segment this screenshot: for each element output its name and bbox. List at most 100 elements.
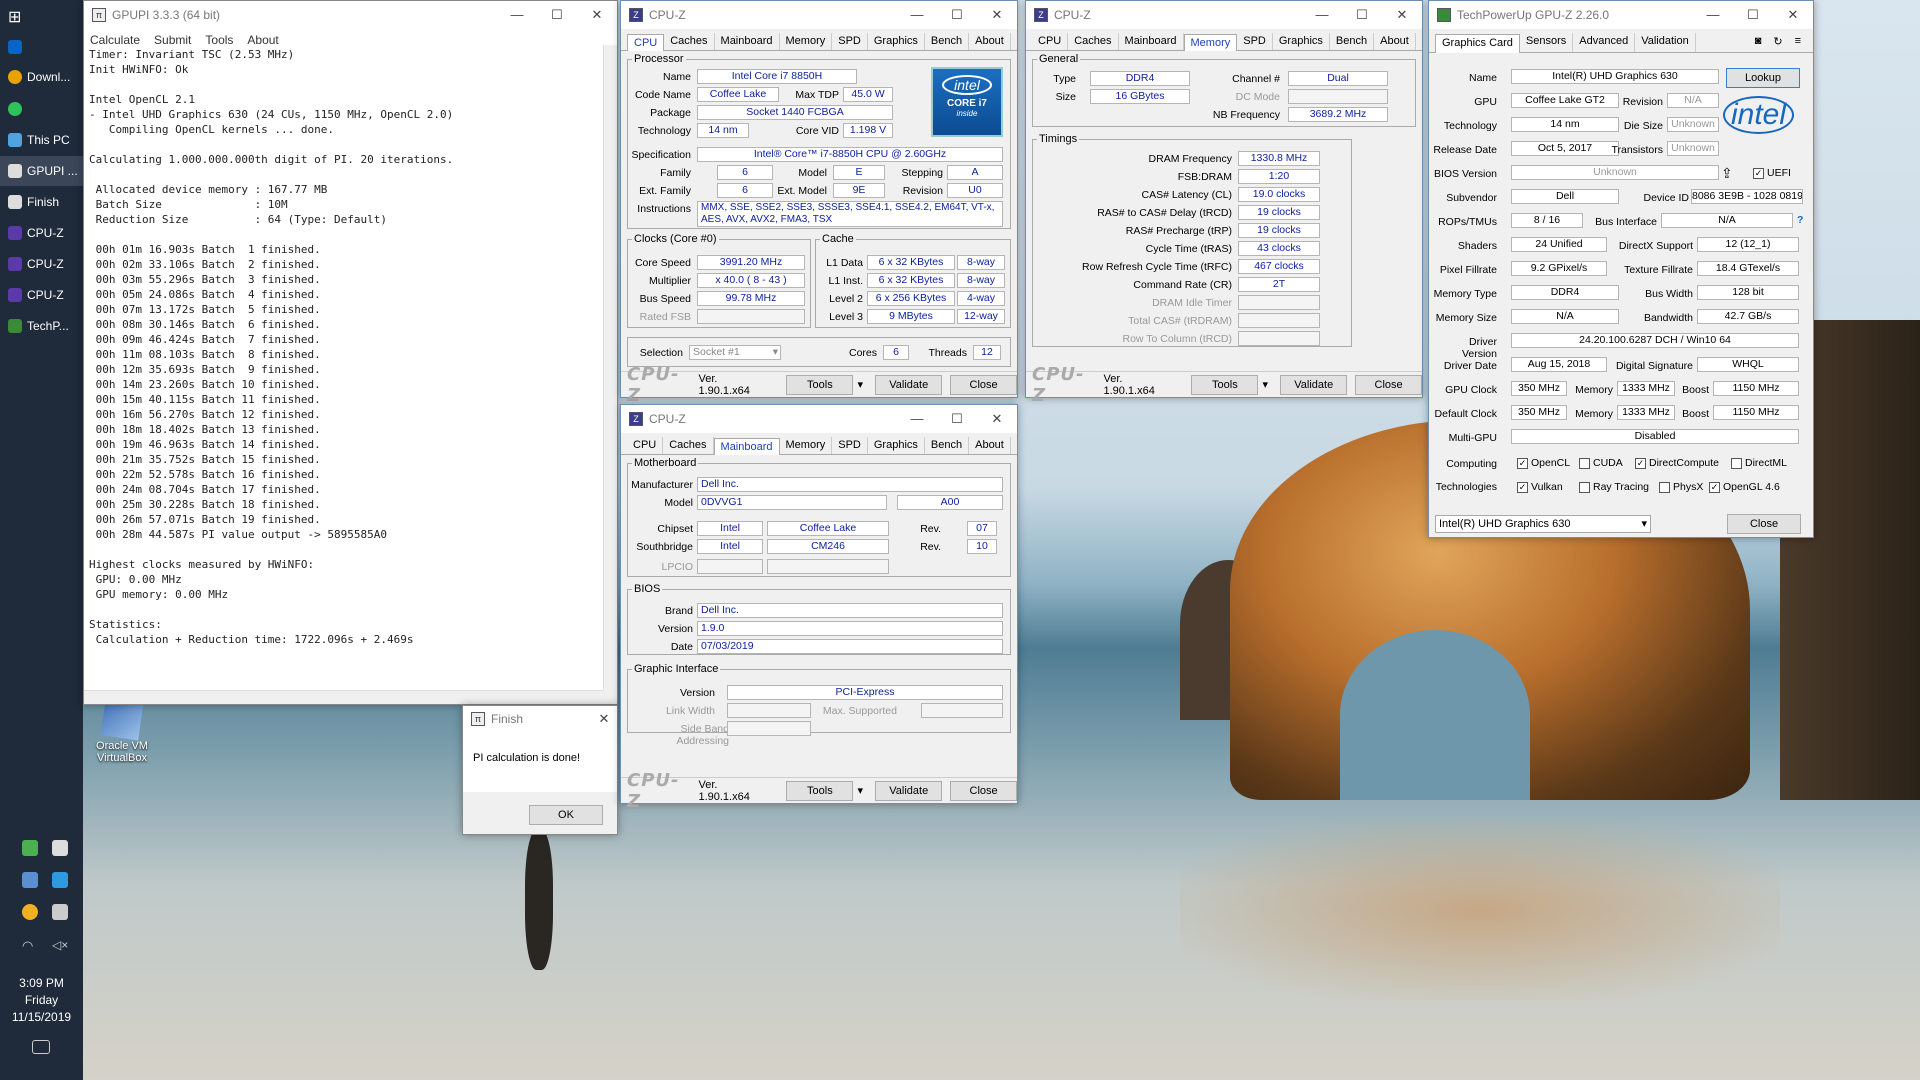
maximize-button[interactable]: ☐ xyxy=(1733,7,1773,23)
taskbar-gpupi[interactable]: GPUPI ... xyxy=(0,156,83,186)
vertical-scrollbar[interactable] xyxy=(603,45,617,690)
refresh-icon[interactable]: ↻ xyxy=(1767,33,1788,52)
tab-caches[interactable]: Caches xyxy=(1068,33,1119,50)
close-button[interactable]: ✕ xyxy=(1382,7,1422,23)
maximize-button[interactable]: ☐ xyxy=(937,411,977,427)
chevron-down-icon[interactable]: ▾ xyxy=(1259,376,1271,394)
close-button[interactable]: ✕ xyxy=(591,711,617,727)
gpu-select[interactable]: Intel(R) UHD Graphics 630 ▾ xyxy=(1435,515,1651,533)
close-button[interactable]: ✕ xyxy=(1773,7,1813,23)
validate-button[interactable]: Validate xyxy=(875,374,943,395)
horizontal-scrollbar[interactable] xyxy=(84,690,603,704)
desktop-icon-virtualbox[interactable]: Oracle VM VirtualBox xyxy=(92,697,152,764)
tools-button[interactable]: Tools ▾ xyxy=(1191,374,1268,395)
close-button[interactable]: ✕ xyxy=(977,7,1017,23)
tab-advanced[interactable]: Advanced xyxy=(1573,33,1636,52)
vulkan-checkbox[interactable]: ✓ Vulkan xyxy=(1517,481,1563,493)
tray-defender-icon[interactable] xyxy=(52,840,68,856)
tray-app-icon[interactable] xyxy=(52,872,68,888)
tab-bench[interactable]: Bench xyxy=(925,437,970,454)
taskbar-this-pc[interactable]: This PC xyxy=(0,125,83,155)
tab-cpu[interactable]: CPU xyxy=(627,34,665,51)
socket-select[interactable]: Socket #1 ▾ xyxy=(689,345,781,360)
taskbar-cpuz-1[interactable]: CPU-Z xyxy=(0,218,83,248)
tab-spd[interactable]: SPD xyxy=(832,33,868,50)
close-app-button[interactable]: Close xyxy=(950,780,1017,801)
tab-validation[interactable]: Validation xyxy=(1635,33,1696,52)
tab-spd[interactable]: SPD xyxy=(832,437,868,454)
close-app-button[interactable]: Close xyxy=(1355,374,1422,395)
whatsapp-icon[interactable] xyxy=(0,94,83,124)
volume-icon[interactable]: ◁× xyxy=(52,938,68,954)
tab-mainboard[interactable]: Mainboard xyxy=(713,438,780,455)
tab-spd[interactable]: SPD xyxy=(1237,33,1273,50)
physx-checkbox[interactable]: PhysX xyxy=(1659,481,1703,493)
tray-battery-status-icon[interactable] xyxy=(52,904,68,920)
outlook-icon[interactable] xyxy=(0,32,83,62)
hamburger-menu-icon[interactable]: ≡ xyxy=(1789,33,1807,52)
tab-graphics[interactable]: Graphics xyxy=(868,437,925,454)
tray-color-icon[interactable] xyxy=(22,904,38,920)
cuda-checkbox[interactable]: CUDA xyxy=(1579,457,1623,469)
directcompute-checkbox[interactable]: ✓ DirectCompute xyxy=(1635,457,1719,469)
tab-memory[interactable]: Memory xyxy=(780,437,833,454)
notifications-icon[interactable] xyxy=(32,1040,50,1054)
lookup-button[interactable]: Lookup xyxy=(1726,68,1800,88)
tab-bench[interactable]: Bench xyxy=(1330,33,1375,50)
help-icon[interactable]: ? xyxy=(1797,214,1803,226)
tab-cpu[interactable]: CPU xyxy=(627,437,664,454)
close-button[interactable]: ✕ xyxy=(977,411,1017,427)
validate-button[interactable]: Validate xyxy=(1280,374,1348,395)
taskbar-cpuz-2[interactable]: CPU-Z xyxy=(0,249,83,279)
maximize-button[interactable]: ☐ xyxy=(537,7,577,23)
tab-about[interactable]: About xyxy=(1374,33,1416,50)
tab-graphics-card[interactable]: Graphics Card xyxy=(1435,34,1520,53)
minimize-button[interactable]: — xyxy=(897,7,937,23)
start-button[interactable]: ⊞ xyxy=(0,2,83,32)
wifi-icon[interactable]: ◠ xyxy=(22,938,38,954)
taskbar-chrome[interactable]: Downl... xyxy=(0,62,83,92)
tools-button[interactable]: Tools ▾ xyxy=(786,374,863,395)
taskbar-cpuz-3[interactable]: CPU-Z xyxy=(0,280,83,310)
close-button[interactable]: ✕ xyxy=(577,7,617,23)
tools-button[interactable]: Tools ▾ xyxy=(786,780,863,801)
tab-mainboard[interactable]: Mainboard xyxy=(1119,33,1184,50)
tab-about[interactable]: About xyxy=(969,437,1011,454)
clock[interactable]: 3:09 PM Friday 11/15/2019 xyxy=(0,975,83,1026)
camera-icon[interactable]: ◙ xyxy=(1749,33,1768,52)
tab-bench[interactable]: Bench xyxy=(925,33,970,50)
taskbar-finish[interactable]: Finish xyxy=(0,187,83,217)
timing-label: Row To Column (tRCD) xyxy=(1122,333,1233,345)
tray-display-icon[interactable] xyxy=(22,872,38,888)
tab-cpu[interactable]: CPU xyxy=(1032,33,1069,50)
raytracing-checkbox[interactable]: Ray Tracing xyxy=(1579,481,1649,493)
tab-memory[interactable]: Memory xyxy=(1183,34,1238,51)
share-icon[interactable]: ⇪ xyxy=(1721,165,1733,182)
validate-button[interactable]: Validate xyxy=(875,780,943,801)
uefi-checkbox[interactable]: ✓ UEFI xyxy=(1753,167,1791,179)
tab-sensors[interactable]: Sensors xyxy=(1520,33,1574,52)
chevron-down-icon[interactable]: ▾ xyxy=(854,782,866,800)
minimize-button[interactable]: — xyxy=(897,411,937,427)
tab-about[interactable]: About xyxy=(969,33,1011,50)
directml-checkbox[interactable]: DirectML xyxy=(1731,457,1787,469)
tab-graphics[interactable]: Graphics xyxy=(868,33,925,50)
opengl-checkbox[interactable]: ✓ OpenGL 4.6 xyxy=(1709,481,1780,493)
ok-button[interactable]: OK xyxy=(529,805,603,825)
tab-memory[interactable]: Memory xyxy=(780,33,833,50)
minimize-button[interactable]: — xyxy=(1302,7,1342,23)
minimize-button[interactable]: — xyxy=(1693,7,1733,23)
maximize-button[interactable]: ☐ xyxy=(1342,7,1382,23)
close-app-button[interactable]: Close xyxy=(1727,514,1801,534)
close-app-button[interactable]: Close xyxy=(950,374,1017,395)
tray-battery-icon[interactable] xyxy=(22,840,38,856)
taskbar-gpuz[interactable]: TechP... xyxy=(0,311,83,341)
minimize-button[interactable]: — xyxy=(497,7,537,23)
tab-mainboard[interactable]: Mainboard xyxy=(715,33,780,50)
maximize-button[interactable]: ☐ xyxy=(937,7,977,23)
tab-caches[interactable]: Caches xyxy=(664,33,715,50)
opencl-checkbox[interactable]: ✓ OpenCL xyxy=(1517,457,1570,469)
tab-caches[interactable]: Caches xyxy=(663,437,714,454)
chevron-down-icon[interactable]: ▾ xyxy=(854,376,866,394)
tab-graphics[interactable]: Graphics xyxy=(1273,33,1330,50)
